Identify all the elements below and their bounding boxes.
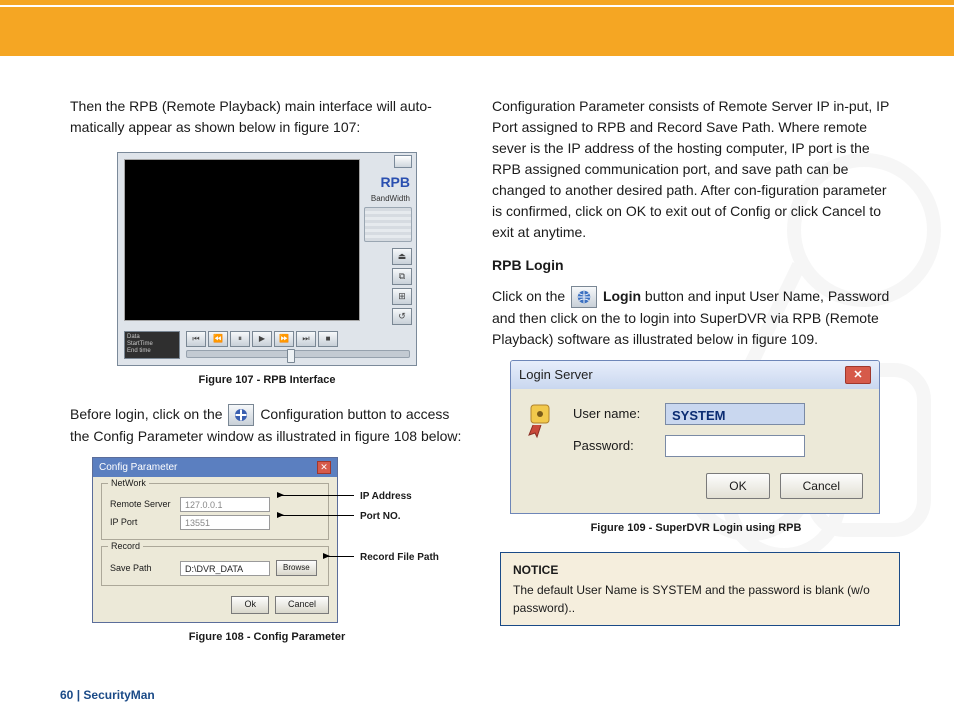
rpb-minimize-icon[interactable]: [394, 155, 412, 168]
rpb-play-button[interactable]: ▶: [252, 331, 272, 347]
rpb-readout: Data StartTime End time: [124, 331, 180, 359]
rpb-side-button[interactable]: ⧉: [392, 268, 412, 285]
rpb-side-button[interactable]: ⊞: [392, 288, 412, 305]
before-login-text: Before login, click on the Configuration…: [70, 404, 464, 447]
rpb-prev-button[interactable]: ⏮: [186, 331, 206, 347]
login-globe-icon[interactable]: [571, 286, 597, 308]
rpb-logo-label: RPB: [364, 172, 412, 193]
record-legend: Record: [108, 540, 143, 554]
config-description: Configuration Parameter consists of Remo…: [492, 96, 900, 243]
callout-ip-address: IP Address: [360, 489, 412, 504]
rpb-next-button[interactable]: ⏭: [296, 331, 316, 347]
remote-server-input[interactable]: 127.0.0.1: [180, 497, 270, 512]
cancel-button[interactable]: Cancel: [275, 596, 329, 614]
rpb-pause-button[interactable]: ⏸: [230, 331, 250, 347]
rpb-ff-button[interactable]: ⏩: [274, 331, 294, 347]
callout-arrow: [278, 495, 354, 496]
left-column: Then the RPB (Remote Playback) main inte…: [70, 96, 464, 661]
rpb-interface-screenshot: RPB BandWidth ⏏ ⧉ ⊞ ↺ Data StartTime End…: [117, 152, 417, 366]
right-column: Configuration Parameter consists of Remo…: [492, 96, 900, 661]
config-icon[interactable]: [228, 404, 254, 426]
save-path-label: Save Path: [110, 562, 174, 576]
rpb-side-button[interactable]: ⏏: [392, 248, 412, 265]
rpb-bandwidth-meter: [364, 207, 412, 242]
save-path-input[interactable]: D:\DVR_DATA: [180, 561, 270, 576]
callout-port-no: Port NO.: [360, 509, 401, 524]
page-footer: 60 | SecurityMan: [60, 688, 155, 702]
cancel-button[interactable]: Cancel: [780, 473, 863, 499]
key-lock-icon: [525, 403, 559, 467]
password-label: Password:: [573, 436, 657, 456]
rpb-side-button[interactable]: ↺: [392, 308, 412, 325]
figure-109-caption: Figure 109 - SuperDVR Login using RPB: [492, 520, 900, 537]
rpb-rew-button[interactable]: ⏪: [208, 331, 228, 347]
login-dialog-title: Login Server: [519, 365, 593, 385]
config-parameter-figure: Config Parameter ✕ NetWork Remote Server…: [92, 457, 442, 623]
figure-107-caption: Figure 107 - RPB Interface: [70, 372, 464, 389]
username-label: User name:: [573, 404, 657, 424]
network-legend: NetWork: [108, 477, 149, 491]
callout-arrow: [324, 556, 354, 557]
ip-port-label: IP Port: [110, 516, 174, 530]
login-server-dialog: Login Server ✕ User name: SYSTEM: [510, 360, 880, 514]
remote-server-label: Remote Server: [110, 498, 174, 512]
rpb-bandwidth-label: BandWidth: [364, 193, 412, 205]
rpb-login-heading: RPB Login: [492, 255, 900, 276]
config-dialog-title: Config Parameter: [99, 460, 177, 475]
callout-arrow: [278, 515, 354, 516]
callout-record-path: Record File Path: [360, 550, 439, 565]
notice-heading: NOTICE: [513, 561, 887, 579]
notice-body: The default User Name is SYSTEM and the …: [513, 583, 870, 615]
notice-box: NOTICE The default User Name is SYSTEM a…: [500, 552, 900, 626]
figure-108-caption: Figure 108 - Config Parameter: [70, 629, 464, 646]
close-icon[interactable]: ✕: [845, 366, 871, 384]
username-input[interactable]: SYSTEM: [665, 403, 805, 425]
login-instruction: Click on the Login button and input User…: [492, 286, 900, 350]
ip-port-input[interactable]: 13551: [180, 515, 270, 530]
rpb-stop-button[interactable]: ■: [318, 331, 338, 347]
browse-button[interactable]: Browse: [276, 560, 317, 576]
ok-button[interactable]: OK: [706, 473, 769, 499]
config-parameter-dialog: Config Parameter ✕ NetWork Remote Server…: [92, 457, 338, 623]
rpb-video-area: [124, 159, 360, 321]
header-band: [0, 0, 954, 56]
close-icon[interactable]: ✕: [317, 461, 331, 474]
rpb-seek-slider[interactable]: [186, 350, 410, 358]
intro-text: Then the RPB (Remote Playback) main inte…: [70, 96, 464, 138]
password-input[interactable]: [665, 435, 805, 457]
ok-button[interactable]: Ok: [231, 596, 269, 614]
